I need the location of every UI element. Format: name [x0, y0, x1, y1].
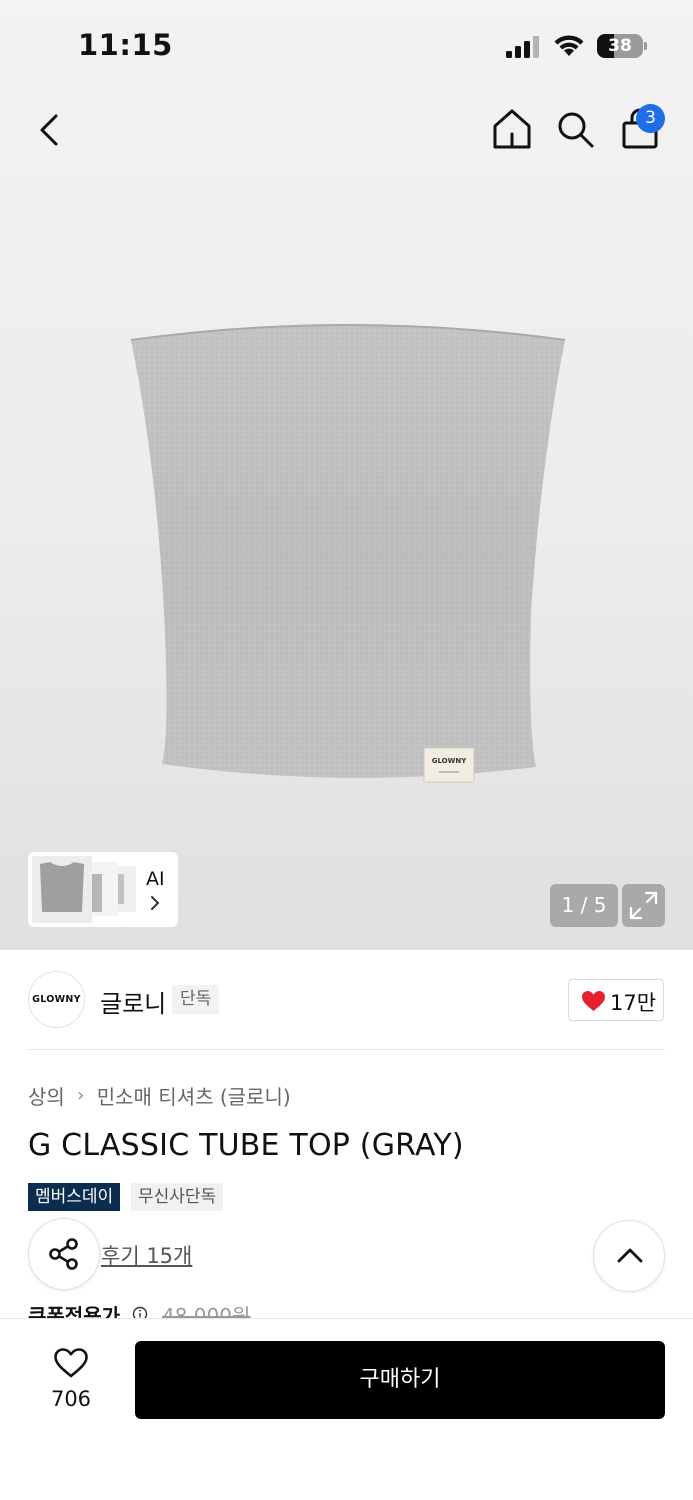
chevron-right-icon	[151, 896, 159, 910]
product-image[interactable]: GLOWNY	[126, 312, 570, 792]
review-link[interactable]: 후기 15개	[101, 1240, 192, 1270]
buy-button[interactable]: 구매하기	[135, 1341, 665, 1419]
breadcrumb-subcategory[interactable]: 민소매 티셔츠 (글로니)	[97, 1081, 291, 1110]
original-price: 48,000원	[162, 1304, 251, 1320]
cart-count-badge: 3	[636, 104, 665, 133]
price-row: 쿠폰적용가 48,000원	[28, 1298, 668, 1320]
breadcrumb: 상의 › 민소매 티셔츠 (글로니)	[28, 1081, 291, 1111]
heart-filled-icon	[582, 991, 605, 1011]
share-icon	[49, 1238, 78, 1270]
brand-exclusive-tag: 단독	[172, 985, 220, 1014]
musinsa-exclusive-badge: 무신사단독	[131, 1183, 224, 1211]
brand-like-count: 17만	[610, 991, 657, 1015]
wishlist-count: 706	[50, 1387, 92, 1411]
members-day-badge: 멤버스데이	[28, 1183, 121, 1211]
ai-recommendation[interactable]: AI	[28, 852, 178, 927]
chevron-left-icon[interactable]	[30, 108, 70, 152]
signal-icon	[506, 36, 539, 58]
brand-logo[interactable]: GLOWNY	[28, 971, 85, 1028]
divider	[28, 1049, 665, 1050]
scroll-to-top-button[interactable]	[593, 1220, 665, 1292]
search-icon[interactable]	[554, 108, 598, 152]
wishlist-button[interactable]: 706	[40, 1341, 102, 1419]
product-label-text: GLOWNY	[432, 757, 467, 765]
expand-icon	[629, 891, 658, 920]
battery-icon: 38	[597, 34, 647, 58]
product-title: G CLASSIC TUBE TOP (GRAY)	[28, 1128, 464, 1163]
battery-percent: 38	[608, 36, 632, 56]
status-bar: 11:15 38	[0, 0, 693, 92]
product-gallery[interactable]: 11:15 38 3 GLOWNY AI 1 / 5	[0, 0, 693, 950]
home-icon[interactable]	[490, 106, 534, 152]
bottom-action-bar: 706 구매하기	[0, 1318, 693, 1500]
brand-name[interactable]: 글로니	[100, 984, 166, 1019]
image-page-counter: 1 / 5	[550, 884, 618, 927]
expand-button[interactable]	[622, 884, 665, 927]
share-button[interactable]	[28, 1218, 100, 1290]
heart-outline-icon	[54, 1348, 88, 1378]
ai-thumbnails	[32, 856, 136, 923]
chevron-right-icon: ›	[77, 1085, 85, 1106]
wifi-icon	[554, 35, 584, 56]
status-time: 11:15	[78, 28, 173, 62]
breadcrumb-category[interactable]: 상의	[28, 1081, 65, 1110]
brand-like-button[interactable]: 17만	[568, 979, 664, 1021]
coupon-price-label: 쿠폰적용가	[28, 1304, 120, 1320]
ai-label: AI	[146, 868, 165, 890]
chevron-up-icon	[617, 1248, 643, 1263]
brand-row: GLOWNY 글로니 단독 17만	[0, 950, 693, 1050]
